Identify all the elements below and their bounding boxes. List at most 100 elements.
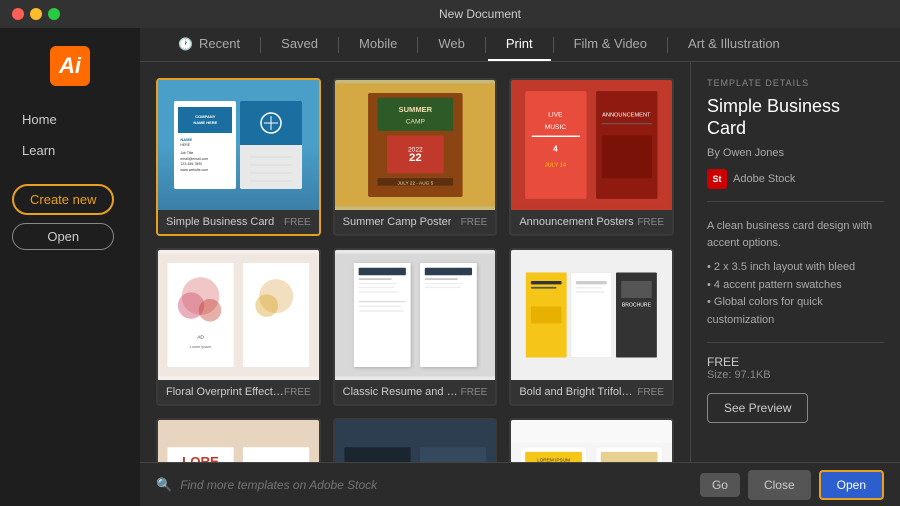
template-name-summer-camp: Summer Camp Poster [343,216,452,228]
template-thumb-resume [335,250,496,380]
panel-bullet-3: Global colors for quick customization [707,294,884,329]
svg-text:AD: AD [197,335,204,341]
template-card-resume[interactable]: Classic Resume and Cover Letter... FREE [333,248,498,406]
see-preview-button[interactable]: See Preview [707,393,808,423]
create-new-button[interactable]: Create new [12,184,114,215]
svg-text:CAMP: CAMP [405,118,425,125]
window-title: New Document [60,7,900,21]
template-card-floral[interactable]: AD Lorem ipsum Floral Overprint Effect F… [156,248,321,406]
dialog-open-button[interactable]: Open [819,470,884,500]
tab-mobile[interactable]: Mobile [341,28,415,61]
svg-text:4: 4 [553,144,558,154]
svg-text:JULY 14: JULY 14 [545,163,566,169]
template-label-floral: Floral Overprint Effect Flyers Set FREE [158,380,319,404]
template-thumb-trifold: BROCHURE [511,250,672,380]
template-card-date[interactable]: 28.12.2022 EVENT POSTER [333,418,498,462]
tab-bar: 🕐 Recent Saved Mobile Web Print Film & V… [140,28,900,62]
svg-text:LIVE: LIVE [549,112,564,119]
tab-separator-6 [667,37,668,53]
template-thumb-floral: AD Lorem ipsum [158,250,319,380]
bottom-bar: 🔍 Go Close Open [140,462,900,506]
template-thumb-lorem: LOREM IPSUM [511,420,672,462]
minimize-traffic-light[interactable] [30,8,42,20]
template-name-announcement: Announcement Posters [519,216,633,228]
template-area: COMPANYNAME HERE NAME HERE Job Title ema… [140,62,900,462]
sidebar-item-learn[interactable]: Learn [12,137,128,164]
template-card-simple-bc[interactable]: COMPANYNAME HERE NAME HERE Job Title ema… [156,78,321,236]
template-label-simple-bc: Simple Business Card FREE [158,210,319,234]
svg-text:BROCHURE: BROCHURE [622,302,652,308]
go-button[interactable]: Go [700,473,740,497]
app-container: Ai Home Learn Create new Open 🕐 Recent S… [0,28,900,506]
template-badge-floral: FREE [284,387,311,398]
traffic-lights [0,8,60,20]
title-bar: New Document [0,0,900,28]
template-label-trifold: Bold and Bright Trifold Brochure ... FRE… [511,380,672,404]
tab-print[interactable]: Print [488,28,551,61]
tab-separator-1 [260,37,261,53]
svg-text:MUSIC: MUSIC [545,124,567,131]
tab-recent[interactable]: 🕐 Recent [160,28,258,61]
template-badge-simple-bc: FREE [284,217,311,228]
tab-saved[interactable]: Saved [263,28,336,61]
tab-film[interactable]: Film & Video [556,28,665,61]
template-thumb-summer-camp: SUMMER CAMP 2022 22 JULY 22 - AUG 5 [335,80,496,210]
template-badge-resume: FREE [461,387,488,398]
tab-separator-5 [553,37,554,53]
panel-bullet-1: 2 x 3.5 inch layout with bleed [707,259,884,277]
bc-back-card [240,101,302,189]
svg-text:22: 22 [409,152,422,164]
panel-source: St Adobe Stock [707,169,884,189]
template-badge-trifold: FREE [637,387,664,398]
tab-web[interactable]: Web [420,28,483,61]
panel-bullet-2: 4 accent pattern swatches [707,277,884,295]
bc-front-card: COMPANYNAME HERE NAME HERE Job Title ema… [174,101,236,189]
template-name-trifold: Bold and Bright Trifold Brochure ... [519,386,637,398]
template-label-summer-camp: Summer Camp Poster FREE [335,210,496,234]
app-logo: Ai [50,46,90,86]
open-button[interactable]: Open [12,223,114,250]
panel-divider-1 [707,201,884,202]
template-card-lorem[interactable]: LOREM IPSUM [509,418,674,462]
tab-art[interactable]: Art & Illustration [670,28,798,61]
panel-bullets: 2 x 3.5 inch layout with bleed 4 accent … [707,259,884,329]
template-name-simple-bc: Simple Business Card [166,216,274,228]
adobe-stock-badge: St [707,169,727,189]
svg-text:ANNOUNCEMENT: ANNOUNCEMENT [602,113,651,119]
template-thumb-announcement: LIVE MUSIC 4 JULY 14 ANNOUNCEMENT [511,80,672,210]
svg-text:SUMMER: SUMMER [398,105,432,114]
sidebar-actions: Create new Open [0,184,126,250]
tab-separator-2 [338,37,339,53]
panel-section-label: TEMPLATE DETAILS [707,78,884,88]
svg-text:JULY 22 - AUG 5: JULY 22 - AUG 5 [397,181,433,187]
template-name-resume: Classic Resume and Cover Letter... [343,386,461,398]
search-wrapper: 🔍 Go [156,473,740,497]
sidebar-item-home[interactable]: Home [12,106,128,133]
maximize-traffic-light[interactable] [48,8,60,20]
template-card-summer-camp[interactable]: SUMMER CAMP 2022 22 JULY 22 - AUG 5 [333,78,498,236]
template-label-announcement: Announcement Posters FREE [511,210,672,234]
panel-description: A clean business card design with accent… [707,218,884,251]
svg-text:LORE: LORE [182,454,219,462]
source-name: Adobe Stock [733,173,795,185]
clock-icon: 🕐 [178,37,193,51]
search-icon: 🔍 [156,477,172,493]
template-card-trifold[interactable]: BROCHURE Bold and Bright Trifold Brochur… [509,248,674,406]
panel-size: Size: 97.1KB [707,369,884,381]
dialog-close-button[interactable]: Close [748,470,811,500]
tab-separator-3 [417,37,418,53]
panel-price: FREE [707,355,884,369]
template-card-lore[interactable]: LORE [156,418,321,462]
template-search-input[interactable] [180,478,692,492]
panel-price-row: FREE Size: 97.1KB [707,355,884,381]
close-traffic-light[interactable] [12,8,24,20]
template-card-announcement[interactable]: LIVE MUSIC 4 JULY 14 ANNOUNCEMENT [509,78,674,236]
panel-author: By Owen Jones [707,147,884,159]
sidebar: Ai Home Learn Create new Open [0,28,140,506]
panel-divider-2 [707,342,884,343]
tab-separator-4 [485,37,486,53]
right-panel: TEMPLATE DETAILS Simple Business Card By… [690,62,900,462]
panel-template-title: Simple Business Card [707,96,884,139]
template-badge-summer-camp: FREE [461,217,488,228]
template-badge-announcement: FREE [637,217,664,228]
